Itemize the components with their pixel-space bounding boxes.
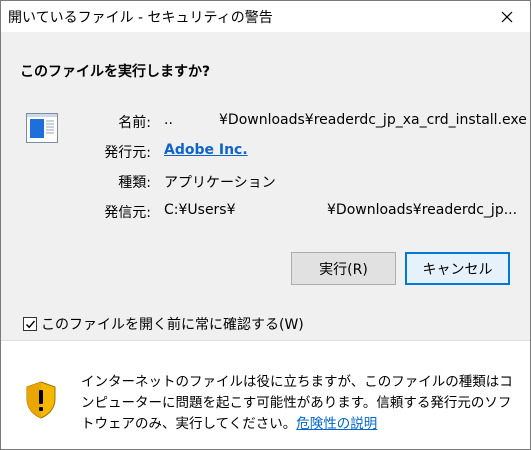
title-bar[interactable]: 開いているファイル - セキュリティの警告 — [1, 1, 530, 32]
close-icon — [501, 11, 513, 22]
from-value: ¥Downloads¥readerdc_jp... — [327, 202, 518, 218]
close-button[interactable] — [484, 1, 530, 32]
from-value-prefix: C:¥Users¥ — [164, 202, 236, 218]
cancel-button-label: キャンセル — [422, 261, 493, 278]
run-button[interactable]: 実行(R) — [291, 252, 396, 285]
dialog-question: このファイルを実行しますか? — [20, 64, 211, 80]
checkmark-icon — [25, 320, 35, 328]
risk-explanation-link[interactable]: 危険性の説明 — [296, 416, 377, 432]
type-label: 種類: — [118, 175, 151, 191]
security-warning-dialog: 開いているファイル - セキュリティの警告 このファイルを実行しますか? 名前:… — [0, 0, 531, 450]
always-ask-checkbox[interactable] — [23, 317, 37, 331]
window-title: 開いているファイル - セキュリティの警告 — [8, 10, 273, 26]
from-label: 発信元: — [104, 205, 151, 221]
type-value: アプリケーション — [164, 175, 276, 191]
warning-footer: インターネットのファイルは役に立ちますが、このファイルの種類はコンピューターに問… — [1, 341, 530, 449]
always-ask-option[interactable]: このファイルを開く前に常に確認する(W) — [23, 314, 304, 334]
shield-warning-icon — [26, 381, 56, 419]
name-label: 名前: — [118, 115, 151, 131]
publisher-label: 発行元: — [104, 145, 151, 161]
run-button-label: 実行(R) — [319, 261, 368, 278]
warning-message: インターネットのファイルは役に立ちますが、このファイルの種類はコンピューターに問… — [81, 372, 521, 435]
publisher-link[interactable]: Adobe Inc. — [164, 142, 248, 158]
always-ask-label: このファイルを開く前に常に確認する(W) — [41, 317, 304, 333]
name-value-prefix: .. — [164, 112, 173, 128]
name-value: ¥Downloads¥readerdc_jp_xa_crd_install.ex… — [219, 112, 527, 128]
dialog-body: このファイルを実行しますか? 名前: .. ¥Downloads¥readerd… — [1, 32, 530, 338]
cancel-button[interactable]: キャンセル — [405, 252, 510, 285]
